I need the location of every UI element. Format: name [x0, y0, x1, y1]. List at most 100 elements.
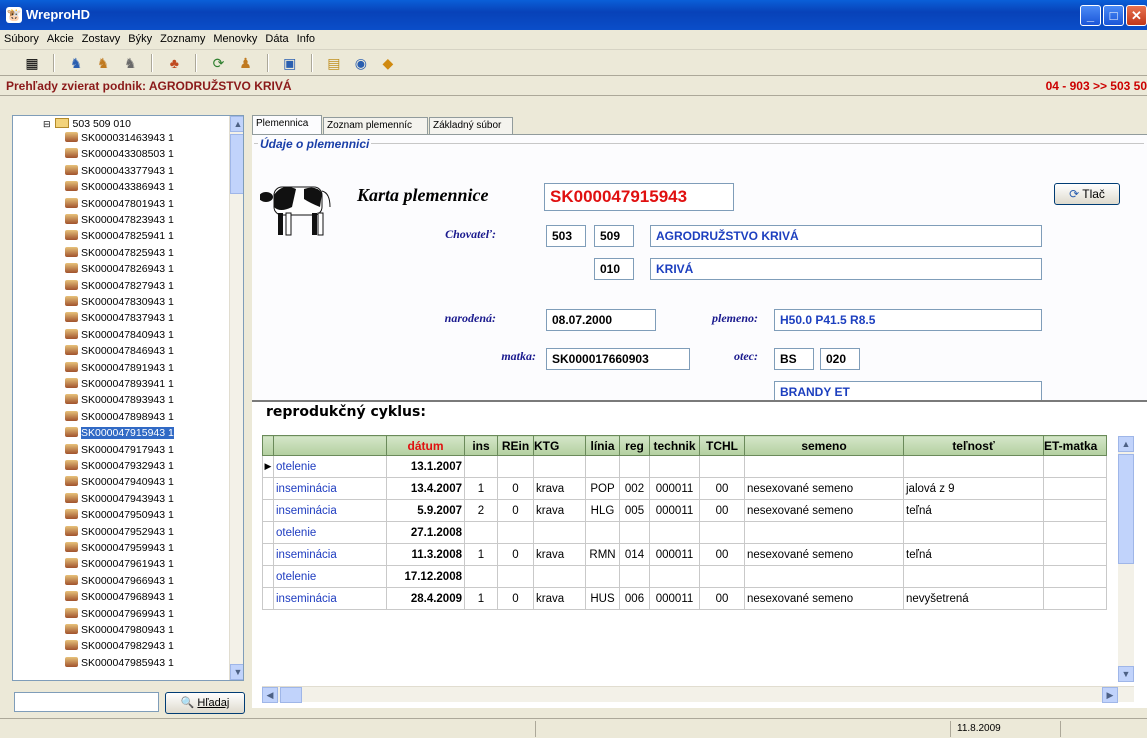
scroll-down-icon[interactable]: ▼ [230, 664, 243, 680]
cell-linia[interactable] [585, 565, 620, 588]
cell-telnost[interactable] [903, 455, 1044, 478]
cell-reg[interactable]: 006 [619, 587, 650, 610]
tree-item[interactable]: SK000043386943 1 [65, 181, 174, 194]
col-telnost[interactable]: teľnosť [903, 435, 1044, 456]
cell-semeno[interactable] [744, 565, 904, 588]
tree-item[interactable]: SK000047801943 1 [65, 197, 174, 211]
cell-linia[interactable] [585, 521, 620, 544]
grid-scroll-right-icon[interactable]: ▶ [1102, 687, 1118, 703]
cell-technik[interactable] [649, 565, 700, 588]
cell-rein[interactable]: 0 [497, 499, 534, 522]
cell-semeno[interactable] [744, 455, 904, 478]
cell-technik[interactable]: 000011 [649, 543, 700, 566]
row-selector[interactable] [262, 477, 274, 500]
menu-akcie[interactable]: Akcie [43, 30, 78, 45]
tree-item[interactable]: SK000047940943 1 [65, 476, 174, 489]
cell-tchl[interactable] [699, 455, 745, 478]
tree-item[interactable]: SK000047961943 1 [65, 558, 174, 571]
cell-tchl[interactable]: 00 [699, 499, 745, 522]
cell-et-matka[interactable] [1043, 587, 1107, 610]
cell-tchl[interactable] [699, 521, 745, 544]
cell-ins[interactable] [464, 521, 498, 544]
grid-scroll-up-icon[interactable]: ▲ [1118, 436, 1134, 452]
reproduction-grid[interactable]: dátum ins REin KTG línia reg technik TCH… [262, 435, 1107, 610]
cell-reg[interactable]: 002 [619, 477, 650, 500]
cell-type[interactable]: inseminácia [273, 499, 387, 522]
cell-reg[interactable] [619, 565, 650, 588]
maximize-button[interactable]: □ [1103, 5, 1124, 26]
cell-rein[interactable]: 0 [497, 543, 534, 566]
tree-scrollbar[interactable]: ▲ ▼ [229, 116, 243, 680]
tab-zoznam-plemennic[interactable]: Zoznam plemenníc [323, 117, 428, 134]
col-rein[interactable]: REin [497, 435, 534, 456]
tree-root[interactable]: ⊟ 503 509 010 [43, 118, 131, 131]
cell-et-matka[interactable] [1043, 521, 1107, 544]
cell-tchl[interactable]: 00 [699, 543, 745, 566]
tree-item[interactable]: SK000047917943 1 [65, 443, 174, 457]
cell-semeno[interactable] [744, 521, 904, 544]
cell-ktg[interactable] [533, 565, 586, 588]
search-button[interactable]: 🔍 Hľadaj [165, 692, 245, 714]
cell-linia[interactable]: RMN [585, 543, 620, 566]
cell-type[interactable]: otelenie [273, 455, 387, 478]
row-selector[interactable] [262, 565, 274, 588]
tree-item[interactable]: SK000047898943 1 [65, 410, 174, 424]
tab-zakladny-subor[interactable]: Základný súbor [429, 117, 513, 134]
cell-ktg[interactable] [533, 455, 586, 478]
col-ins[interactable]: ins [464, 435, 498, 456]
cell-telnost[interactable]: nevyšetrená [903, 587, 1044, 610]
menu-menovky[interactable]: Menovky [209, 30, 261, 45]
cow-filter-icon[interactable]: ♞ [120, 53, 140, 73]
cell-ins[interactable]: 1 [464, 587, 498, 610]
menu-data[interactable]: Dáta [261, 30, 292, 45]
breed-field[interactable]: H50.0 P41.5 R8.5 [774, 309, 1042, 331]
scroll-up-icon[interactable]: ▲ [230, 116, 243, 132]
cell-et-matka[interactable] [1043, 543, 1107, 566]
col-semeno[interactable]: semeno [744, 435, 904, 456]
tree-item[interactable]: SK000043377943 1 [65, 164, 174, 178]
cell-reg[interactable] [619, 521, 650, 544]
cell-date[interactable]: 13.4.2007 [386, 477, 465, 500]
cell-telnost[interactable]: jalová z 9 [903, 477, 1044, 500]
cell-ins[interactable]: 2 [464, 499, 498, 522]
cell-rein[interactable] [497, 565, 534, 588]
grid-hscrollbar[interactable]: ◀ ▶ [262, 686, 1134, 703]
animal-id-field[interactable]: SK000047915943 [544, 183, 734, 211]
tree-item[interactable]: SK000047823943 1 [65, 214, 174, 227]
breeder-place[interactable]: KRIVÁ [650, 258, 1042, 280]
cell-technik[interactable]: 000011 [649, 477, 700, 500]
cell-date[interactable]: 27.1.2008 [386, 521, 465, 544]
refresh-icon[interactable]: ⟳ [209, 53, 229, 73]
breeder-code2[interactable]: 509 [594, 225, 634, 247]
cell-reg[interactable]: 005 [619, 499, 650, 522]
cell-linia[interactable]: HUS [585, 587, 620, 610]
tree-item[interactable]: SK000047915943 1 [65, 427, 174, 440]
tree-item[interactable]: SK000047893941 1 [65, 378, 174, 391]
cell-semeno[interactable]: nesexované semeno [744, 543, 904, 566]
tree-item[interactable]: SK000047966943 1 [65, 574, 174, 588]
cell-semeno[interactable]: nesexované semeno [744, 499, 904, 522]
table-row[interactable]: otelenie 27.1.2008 [262, 521, 1107, 544]
cell-type[interactable]: inseminácia [273, 477, 387, 500]
cell-rein[interactable]: 0 [497, 477, 534, 500]
tree-item[interactable]: SK000047969943 1 [65, 607, 174, 621]
cell-date[interactable]: 5.9.2007 [386, 499, 465, 522]
cell-technik[interactable]: 000011 [649, 499, 700, 522]
cell-type[interactable]: otelenie [273, 521, 387, 544]
cell-type[interactable]: inseminácia [273, 587, 387, 610]
save-icon[interactable]: ▣ [280, 53, 300, 73]
row-selector[interactable] [262, 499, 274, 522]
tree-item[interactable]: SK000047982943 1 [65, 640, 174, 653]
breeder-code3[interactable]: 010 [594, 258, 634, 280]
tree-item[interactable]: SK000031463943 1 [65, 132, 174, 145]
table-row[interactable]: ▶ otelenie 13.1.2007 [262, 455, 1107, 478]
breeder-icon[interactable]: ♣ [164, 53, 184, 73]
cell-telnost[interactable] [903, 521, 1044, 544]
breeder-code1[interactable]: 503 [546, 225, 586, 247]
cell-ktg[interactable]: krava [533, 477, 586, 500]
table-row[interactable]: inseminácia 11.3.2008 1 0 krava RMN 014 000011 0… [262, 543, 1107, 566]
tab-plemennica[interactable]: Plemennica [252, 115, 322, 135]
scroll-thumb[interactable] [230, 134, 243, 194]
tree-item[interactable]: SK000047943943 1 [65, 492, 174, 506]
table-row[interactable]: inseminácia 28.4.2009 1 0 krava HUS 006 000011 0… [262, 587, 1107, 610]
